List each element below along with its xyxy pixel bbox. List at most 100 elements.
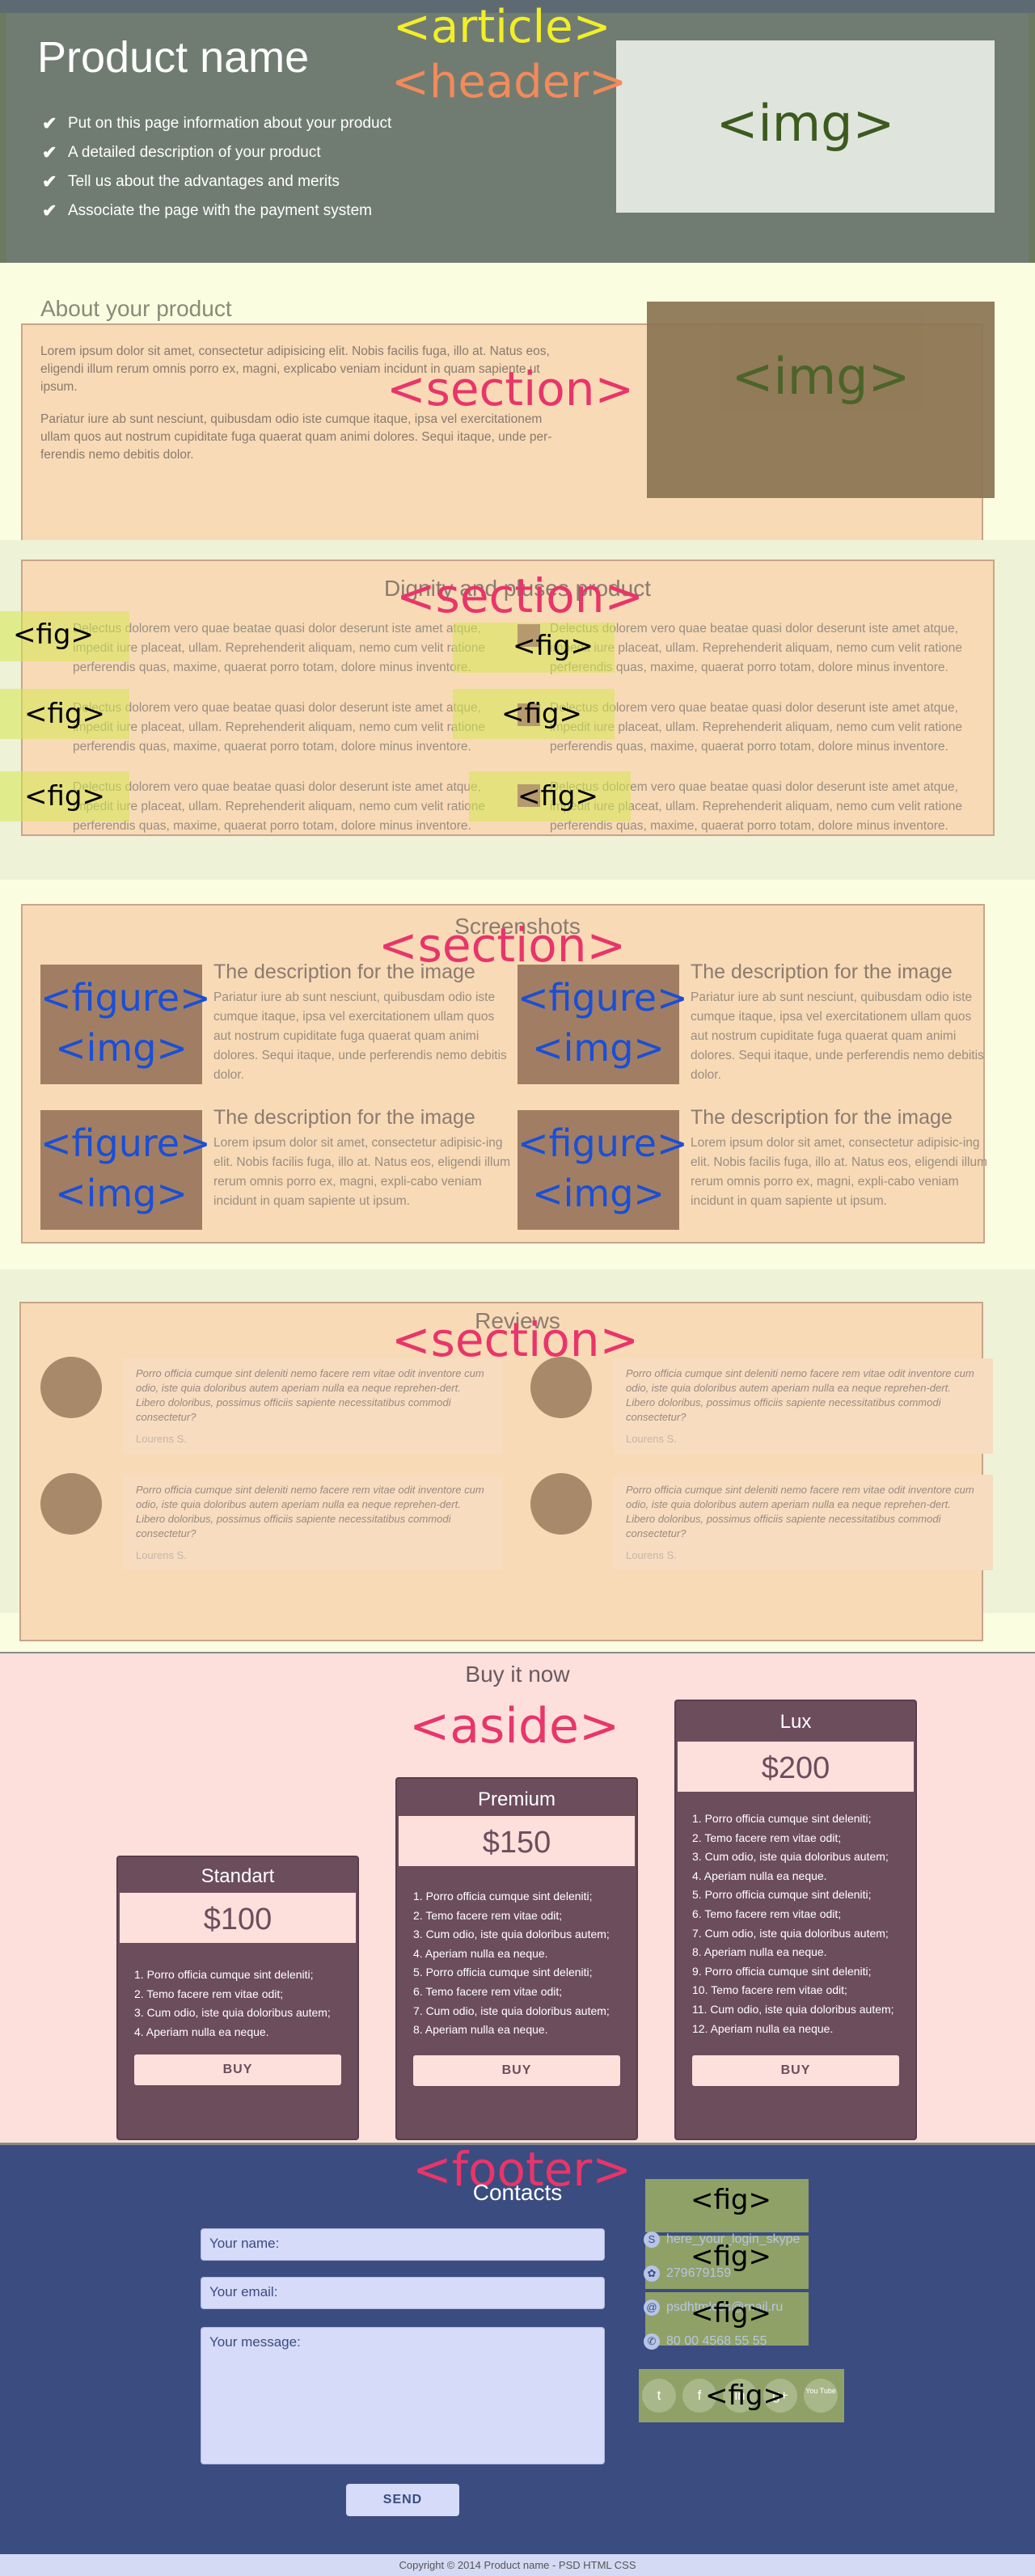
plan-features: 1. Porro officia cumque sint deleniti; 2…: [692, 1810, 894, 2038]
name-field[interactable]: Your name:: [201, 2228, 605, 2261]
plan-feature: 7. Cum odio, iste quia doloribus autem;: [413, 2004, 610, 2017]
feature-item: ✔ Associate the page with the payment sys…: [42, 201, 372, 222]
plan-feature: 3. Cum odio, iste quia doloribus autem;: [134, 2006, 331, 2020]
copyright-bar: Copyright © 2014 Product name - PSD HTML…: [0, 2554, 1035, 2576]
plan-feature: 1. Porro officia cumque sint deleniti;: [134, 1968, 314, 1981]
check-icon: ✔: [42, 171, 57, 192]
screenshot-heading: The description for the image: [691, 961, 953, 983]
feature-label: Tell us about the advantages and merits: [68, 173, 340, 190]
fig-overlay-label: <fig>: [705, 2380, 786, 2412]
review-author: Lourens S.: [626, 1433, 677, 1445]
message-field[interactable]: Your message:: [201, 2327, 605, 2464]
figure-overlay-label: <figure>: [40, 1121, 211, 1165]
plan-feature: 9. Porro officia cumque sint deleniti;: [692, 1964, 872, 1978]
twitter-icon[interactable]: t: [642, 2379, 676, 2413]
plan-name: Lux: [779, 1711, 812, 1733]
img-overlay-label: <img>: [55, 1172, 188, 1215]
avatar: [530, 1357, 592, 1418]
plan-feature: 1. Porro officia cumque sint deleniti;: [692, 1812, 872, 1825]
email-icon: @: [644, 2299, 660, 2316]
plan-price: $200: [676, 1740, 915, 1793]
plan-features: 1. Porro officia cumque sint deleniti; 2…: [413, 1887, 610, 2040]
buy-button[interactable]: BUY: [413, 2055, 620, 2086]
page-header: Product name ✔ Put on this page informati…: [0, 0, 1035, 263]
plan-feature: 4. Aperiam nulla ea neque.: [413, 1946, 548, 1960]
review-author: Lourens S.: [136, 1433, 187, 1445]
header-overlay-label: <header>: [391, 56, 627, 108]
phone-contact[interactable]: ✆ 80 00 4568 55 55: [644, 2333, 767, 2350]
header-image: <img>: [616, 40, 995, 213]
review-text: Porro officia cumque sint deleniti nemo …: [136, 1367, 484, 1423]
screenshot-image[interactable]: <figure> <img>: [40, 1110, 211, 1230]
plan-feature: 12. Aperiam nulla ea neque.: [692, 2021, 834, 2035]
plan-feature: 7. Cum odio, iste quia doloribus autem;: [692, 1926, 889, 1940]
screenshot-heading: The description for the image: [691, 1106, 953, 1129]
plan-feature: 10. Temo facere rem vitae odit;: [692, 1983, 847, 1997]
review-card: Porro officia cumque sint deleniti nemo …: [613, 1475, 993, 1570]
screenshot-image[interactable]: <figure> <img>: [518, 965, 688, 1084]
plan-price: $100: [118, 1891, 357, 1945]
fig-overlay-label: <fig>: [24, 698, 105, 730]
plan-name: Premium: [477, 1788, 556, 1810]
img-overlay-label: <img>: [55, 1026, 188, 1070]
dignity-item-text: Delectus dolorem vero quae beatae quasi …: [550, 701, 963, 754]
check-icon: ✔: [42, 201, 57, 221]
buy-button[interactable]: BUY: [692, 2055, 899, 2086]
plan-feature: 11. Cum odio, iste quia doloribus autem;: [692, 2002, 894, 2016]
plan-features: 1. Porro officia cumque sint deleniti; 2…: [134, 1966, 331, 2042]
review-card: Porro officia cumque sint deleniti nemo …: [123, 1475, 503, 1570]
plan-feature: 3. Cum odio, iste quia doloribus autem;: [692, 1850, 889, 1864]
plan-card-standart: Standart $100 1. Porro officia cumque si…: [116, 1856, 359, 2140]
youtube-icon[interactable]: You Tube: [804, 2379, 838, 2413]
header-left-border: [0, 13, 6, 263]
page-footer: <footer> Contacts Your name: Your email:…: [0, 2143, 1035, 2554]
dignity-item-text: Delectus dolorem vero quae beatae quasi …: [73, 780, 486, 833]
about-image: <img>: [647, 302, 995, 498]
figure-overlay-label: <figure>: [40, 976, 211, 1020]
fig-overlay-label: <fig>: [691, 2184, 771, 2216]
fig-overlay-label: <fig>: [691, 2240, 771, 2273]
screenshot-heading: The description for the image: [213, 1106, 475, 1129]
plan-feature: 4. Aperiam nulla ea neque.: [134, 2025, 269, 2038]
check-icon: ✔: [42, 142, 57, 163]
dignity-item-text: Delectus dolorem vero quae beatae quasi …: [73, 701, 486, 754]
plan-feature: 3. Cum odio, iste quia doloribus autem;: [413, 1928, 610, 1941]
header-right-border: [1029, 13, 1035, 263]
aside-overlay-label: <aside>: [409, 1698, 620, 1755]
plan-feature: 8. Aperiam nulla ea neque.: [413, 2023, 548, 2037]
plan-price: $150: [397, 1814, 636, 1868]
check-icon: ✔: [42, 113, 57, 133]
plan-feature: 2. Temo facere rem vitae odit;: [134, 1987, 284, 2000]
email-field[interactable]: Your email:: [201, 2277, 605, 2309]
plan-feature: 2. Temo facere rem vitae odit;: [692, 1831, 842, 1844]
skype-icon: S: [644, 2232, 660, 2248]
copyright-text: Copyright © 2014 Product name - PSD HTML…: [399, 2559, 636, 2571]
review-text: Porro officia cumque sint deleniti nemo …: [626, 1484, 974, 1539]
avatar: [40, 1357, 102, 1418]
buy-aside: Buy it now <aside> Standart $100 1. Porr…: [0, 1652, 1035, 2143]
section-overlay-label: <section>: [387, 361, 635, 416]
about-paragraph: Pariatur iure ab sunt nesciunt, quibusda…: [40, 412, 552, 462]
plan-feature: 6. Temo facere rem vitae odit;: [413, 1984, 563, 1998]
plan-feature: 1. Porro officia cumque sint deleniti;: [413, 1890, 593, 1902]
screenshot-image[interactable]: <figure> <img>: [40, 965, 211, 1084]
review-text: Porro officia cumque sint deleniti nemo …: [626, 1367, 974, 1423]
feature-label: A detailed description of your product: [68, 144, 321, 161]
fig-overlay-label: <fig>: [691, 2297, 771, 2329]
screenshot-image[interactable]: <figure> <img>: [518, 1110, 688, 1230]
img-overlay-label: <img>: [532, 1026, 665, 1070]
avatar: [530, 1473, 592, 1535]
review-card: Porro officia cumque sint deleniti nemo …: [123, 1358, 503, 1454]
plan-feature: 4. Aperiam nulla ea neque.: [692, 1869, 827, 1882]
fig-overlay-label: <fig>: [513, 630, 594, 662]
feature-label: Put on this page information about your …: [68, 115, 392, 132]
review-card: Porro officia cumque sint deleniti nemo …: [613, 1358, 993, 1454]
send-button[interactable]: SEND: [346, 2484, 459, 2516]
screenshot-description: Pariatur iure ab sunt nesciunt, quibusda…: [691, 990, 984, 1082]
icq-icon: ✿: [644, 2266, 660, 2282]
fig-overlay-label: <fig>: [518, 780, 598, 813]
about-title: About your product: [40, 296, 232, 321]
buy-button[interactable]: BUY: [134, 2054, 341, 2085]
avatar: [40, 1473, 102, 1535]
plan-feature: 5. Porro officia cumque sint deleniti;: [413, 1966, 593, 1979]
